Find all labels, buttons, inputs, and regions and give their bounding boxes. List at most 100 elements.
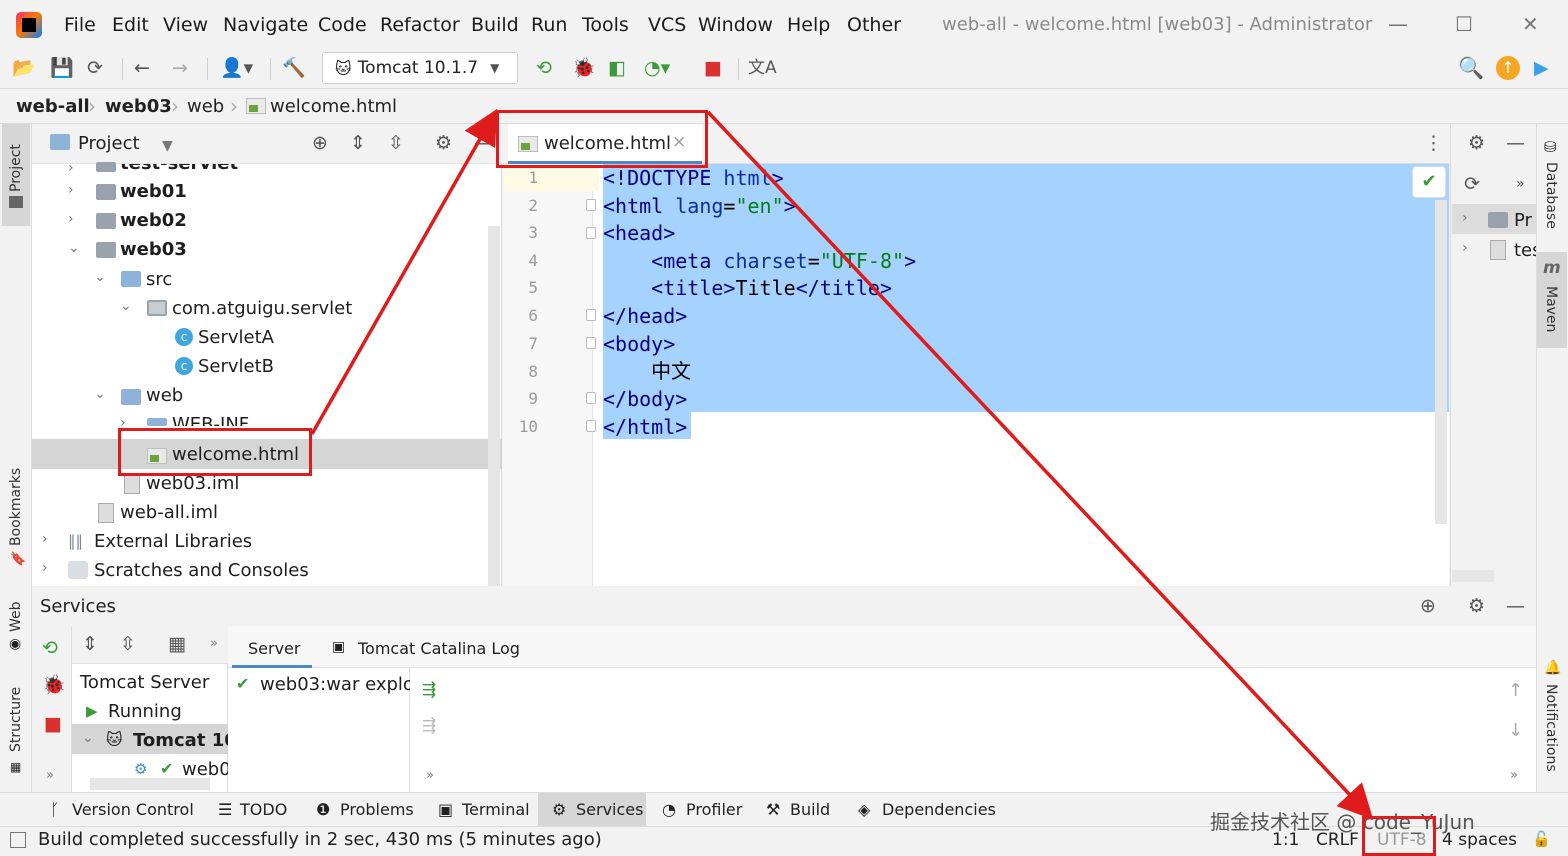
more-chevron-icon[interactable]: » [46, 768, 54, 783]
translate-icon[interactable]: 文A [748, 56, 777, 80]
menu-refactor[interactable]: Refactor [380, 14, 460, 36]
chevron-right-icon[interactable]: › [68, 211, 74, 227]
stop-icon[interactable]: ■ [44, 712, 62, 736]
menu-tools[interactable]: Tools [582, 14, 629, 36]
chevron-down-icon[interactable]: ⌄ [94, 386, 106, 402]
chevron-right-icon[interactable]: › [68, 182, 74, 198]
menu-other[interactable]: Other [847, 14, 901, 36]
fold-marker-icon[interactable] [586, 337, 596, 349]
menu-view[interactable]: View [163, 14, 208, 36]
chevron-down-icon[interactable]: ⌄ [120, 298, 132, 314]
locate-target-icon[interactable]: ⊕ [312, 131, 328, 155]
tree-item-tomcat-server[interactable]: Tomcat Server [80, 672, 209, 693]
status-panel-icon[interactable] [10, 832, 26, 848]
tab-problems[interactable]: Problems [340, 800, 414, 819]
hide-panel-icon[interactable]: — [474, 131, 493, 155]
more-options-icon[interactable]: ⋮ [1424, 131, 1443, 155]
menu-edit[interactable]: Edit [112, 14, 149, 36]
locate-target-icon[interactable]: ⊕ [1420, 594, 1436, 618]
tab-dependencies[interactable]: Dependencies [882, 800, 996, 819]
more-chevron-icon[interactable]: » [1516, 172, 1525, 196]
down-arrow-icon[interactable]: ↓ [1508, 720, 1523, 741]
code-line-6[interactable]: </head> [603, 303, 687, 330]
hide-panel-icon[interactable]: — [1506, 131, 1525, 155]
maven-item[interactable]: Pr [1514, 210, 1532, 231]
tree-item-package[interactable]: com.atguigu.servlet [172, 298, 352, 319]
group-icon[interactable]: ▦ [168, 632, 186, 656]
menu-file[interactable]: File [64, 14, 96, 36]
debug-bug-icon[interactable]: 🐞 [42, 673, 66, 697]
tree-item-running[interactable]: Running [108, 701, 182, 722]
run-config-selector[interactable]: 🐱 Tomcat 10.1.7 ▼ [322, 52, 518, 84]
tree-item-src[interactable]: src [146, 269, 172, 290]
chevron-right-icon[interactable]: › [68, 160, 74, 176]
code-line-7[interactable]: <body> [603, 331, 675, 358]
notifications-tool-button[interactable]: Notifications [1543, 684, 1559, 784]
project-tool-button[interactable]: Project [8, 132, 24, 192]
project-panel-title[interactable]: Project [78, 133, 140, 154]
more-chevron-icon[interactable]: » [426, 768, 434, 783]
chevron-down-icon[interactable]: ⌄ [68, 240, 80, 256]
back-arrow-icon[interactable]: ← [134, 56, 150, 80]
code-line-5[interactable]: <title>Title</title> [603, 275, 892, 302]
chevron-down-icon[interactable]: ▼ [162, 138, 173, 154]
undeploy-icon[interactable]: ⇶ [422, 716, 436, 736]
code-line-1[interactable]: <!DOCTYPE html> [603, 165, 784, 192]
tab-todo[interactable]: TODO [240, 800, 287, 819]
menu-navigate[interactable]: Navigate [223, 14, 308, 36]
chevron-right-icon[interactable]: › [1462, 240, 1468, 256]
gear-icon[interactable]: ⚙ [1468, 594, 1485, 618]
more-chevron-icon[interactable]: » [210, 636, 218, 651]
chevron-right-icon[interactable]: › [42, 531, 48, 547]
collapse-all-icon[interactable]: ⇳ [120, 632, 136, 656]
breadcrumb-item[interactable]: welcome.html [270, 96, 397, 117]
fold-marker-icon[interactable] [586, 199, 596, 211]
tree-item-web02[interactable]: web02 [120, 210, 187, 231]
breadcrumb-item[interactable]: web03 [105, 96, 172, 117]
chevron-down-icon[interactable]: ⌄ [82, 730, 94, 746]
project-scrollbar[interactable] [488, 226, 500, 586]
coverage-icon[interactable]: ◧ [608, 56, 626, 80]
breadcrumb-item[interactable]: web [187, 96, 224, 117]
more-chevron-icon[interactable]: » [1510, 768, 1518, 783]
tree-item-tomcat-instance[interactable]: Tomcat 10. [133, 730, 228, 751]
sync-icon[interactable]: ⟳ [87, 56, 103, 80]
lock-icon[interactable]: 🔓 [1532, 830, 1551, 848]
maximize-button[interactable]: ☐ [1455, 12, 1473, 36]
build-hammer-icon[interactable]: 🔨 [282, 56, 306, 80]
fold-marker-icon[interactable] [586, 392, 596, 404]
user-icon[interactable]: 👤▾ [220, 56, 253, 80]
collapse-all-icon[interactable]: ⇳ [388, 131, 404, 155]
fold-marker-icon[interactable] [586, 309, 596, 321]
tree-item-web[interactable]: web [146, 385, 183, 406]
tab-catalina-log[interactable]: Tomcat Catalina Log [358, 639, 520, 658]
editor-scrollbar[interactable] [1435, 200, 1447, 524]
profile-icon[interactable]: ◔▾ [644, 56, 670, 80]
forward-arrow-icon[interactable]: → [172, 56, 188, 80]
code-line-4[interactable]: <meta charset="UTF-8"> [603, 248, 916, 275]
chevron-right-icon[interactable]: › [1462, 210, 1468, 226]
stop-icon[interactable]: ■ [704, 56, 722, 80]
tab-services[interactable]: Services [576, 800, 643, 819]
expand-all-icon[interactable]: ⇕ [82, 632, 98, 656]
tree-item-web-all-iml[interactable]: web-all.iml [120, 502, 218, 523]
save-icon[interactable]: 💾 [50, 56, 74, 80]
minimize-button[interactable]: — [1388, 12, 1408, 36]
debug-bug-icon[interactable]: 🐞 [572, 56, 596, 80]
structure-tool-button[interactable]: Structure [8, 680, 24, 752]
fold-marker-icon[interactable] [586, 227, 596, 239]
update-icon[interactable]: ↑ [1496, 56, 1520, 80]
database-tool-button[interactable]: Database [1543, 162, 1559, 242]
tree-item-web03-iml[interactable]: web03.iml [146, 473, 239, 494]
menu-build[interactable]: Build [471, 14, 519, 36]
tree-item-artifact[interactable]: web0 [182, 759, 228, 780]
reload-icon[interactable]: ⟳ [1464, 172, 1480, 196]
menu-code[interactable]: Code [318, 14, 367, 36]
menu-run[interactable]: Run [531, 14, 567, 36]
deploy-icon[interactable]: ⇶ [422, 680, 436, 700]
code-line-3[interactable]: <head> [603, 220, 675, 247]
open-folder-icon[interactable]: 📂 [12, 56, 36, 80]
tree-item-servletb[interactable]: ServletB [198, 356, 274, 377]
code-line-8[interactable]: 中文 [603, 358, 691, 385]
tree-item-external-libraries[interactable]: External Libraries [94, 531, 252, 552]
